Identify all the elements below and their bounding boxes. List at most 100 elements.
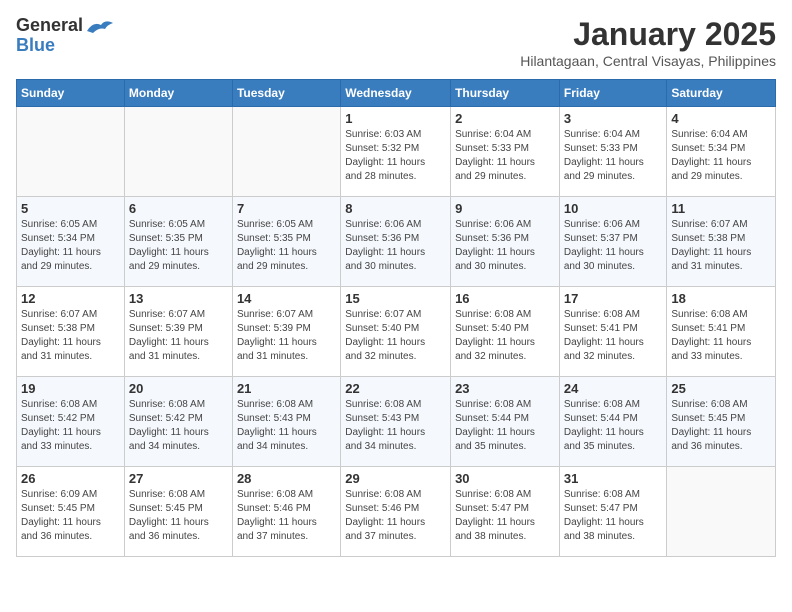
header: General Blue January 2025 Hilantagaan, C… bbox=[16, 16, 776, 69]
day-info: Sunrise: 6:06 AM Sunset: 5:37 PM Dayligh… bbox=[564, 218, 663, 274]
calendar-cell: 24Sunrise: 6:08 AM Sunset: 5:44 PM Dayli… bbox=[559, 377, 667, 467]
weekday-header: Tuesday bbox=[232, 80, 340, 107]
calendar-cell: 12 Sunrise: 6:07 AM Sunset: 5:38 PM Dayli… bbox=[17, 287, 125, 377]
calendar-cell: 9 Sunrise: 6:06 AM Sunset: 5:36 PM Daylig… bbox=[451, 197, 560, 287]
day-info: Sunrise: 6:08 AM Sunset: 5:47 PM Dayligh… bbox=[564, 488, 663, 544]
day-info: Sunrise: 6:07 AM Sunset: 5:39 PM Dayligh… bbox=[237, 308, 336, 364]
day-number: 31 bbox=[564, 471, 663, 486]
day-number: 21 bbox=[237, 381, 336, 396]
calendar-cell: 30 Sunrise: 6:08 AM Sunset: 5:47 PM Dayli… bbox=[451, 467, 560, 557]
day-number: 9 bbox=[455, 201, 555, 216]
weekday-header: Monday bbox=[124, 80, 232, 107]
month-title: January 2025 bbox=[520, 16, 776, 53]
calendar-cell: 15 Sunrise: 6:07 AM Sunset: 5:40 PM Dayli… bbox=[341, 287, 451, 377]
day-info: Sunrise: 6:08 AM Sunset: 5:44 PM Dayligh… bbox=[564, 398, 663, 454]
calendar-cell bbox=[667, 467, 776, 557]
day-number: 27 bbox=[129, 471, 228, 486]
day-number: 13 bbox=[129, 291, 228, 306]
calendar-cell bbox=[232, 107, 340, 197]
calendar-cell: 1 Sunrise: 6:03 AM Sunset: 5:32 PM Daylig… bbox=[341, 107, 451, 197]
day-number: 23 bbox=[455, 381, 555, 396]
calendar-cell: 7Sunrise: 6:05 AM Sunset: 5:35 PM Daylig… bbox=[232, 197, 340, 287]
calendar-cell: 2 Sunrise: 6:04 AM Sunset: 5:33 PM Daylig… bbox=[451, 107, 560, 197]
day-number: 3 bbox=[564, 111, 663, 126]
day-number: 15 bbox=[345, 291, 446, 306]
day-info: Sunrise: 6:05 AM Sunset: 5:35 PM Dayligh… bbox=[129, 218, 228, 274]
day-info: Sunrise: 6:05 AM Sunset: 5:35 PM Dayligh… bbox=[237, 218, 336, 274]
calendar-week-row: 26Sunrise: 6:09 AM Sunset: 5:45 PM Dayli… bbox=[17, 467, 776, 557]
calendar-cell: 21 Sunrise: 6:08 AM Sunset: 5:43 PM Dayli… bbox=[232, 377, 340, 467]
calendar-cell: 26Sunrise: 6:09 AM Sunset: 5:45 PM Dayli… bbox=[17, 467, 125, 557]
calendar-cell bbox=[124, 107, 232, 197]
weekday-header: Saturday bbox=[667, 80, 776, 107]
calendar-cell: 18 Sunrise: 6:08 AM Sunset: 5:41 PM Dayli… bbox=[667, 287, 776, 377]
day-number: 10 bbox=[564, 201, 663, 216]
calendar-cell bbox=[17, 107, 125, 197]
calendar-cell: 20Sunrise: 6:08 AM Sunset: 5:42 PM Dayli… bbox=[124, 377, 232, 467]
calendar-cell: 13 Sunrise: 6:07 AM Sunset: 5:39 PM Dayli… bbox=[124, 287, 232, 377]
calendar-cell: 29Sunrise: 6:08 AM Sunset: 5:46 PM Dayli… bbox=[341, 467, 451, 557]
day-info: Sunrise: 6:04 AM Sunset: 5:33 PM Dayligh… bbox=[564, 128, 663, 184]
day-info: Sunrise: 6:08 AM Sunset: 5:42 PM Dayligh… bbox=[129, 398, 228, 454]
day-number: 11 bbox=[671, 201, 771, 216]
day-info: Sunrise: 6:08 AM Sunset: 5:41 PM Dayligh… bbox=[671, 308, 771, 364]
day-info: Sunrise: 6:08 AM Sunset: 5:46 PM Dayligh… bbox=[237, 488, 336, 544]
calendar-week-row: 19Sunrise: 6:08 AM Sunset: 5:42 PM Dayli… bbox=[17, 377, 776, 467]
day-number: 17 bbox=[564, 291, 663, 306]
calendar-week-row: 5 Sunrise: 6:05 AM Sunset: 5:34 PM Daylig… bbox=[17, 197, 776, 287]
day-number: 2 bbox=[455, 111, 555, 126]
day-info: Sunrise: 6:08 AM Sunset: 5:42 PM Dayligh… bbox=[21, 398, 120, 454]
calendar-cell: 14 Sunrise: 6:07 AM Sunset: 5:39 PM Dayli… bbox=[232, 287, 340, 377]
day-info: Sunrise: 6:08 AM Sunset: 5:41 PM Dayligh… bbox=[564, 308, 663, 364]
calendar-cell: 5 Sunrise: 6:05 AM Sunset: 5:34 PM Daylig… bbox=[17, 197, 125, 287]
day-info: Sunrise: 6:08 AM Sunset: 5:45 PM Dayligh… bbox=[671, 398, 771, 454]
day-number: 28 bbox=[237, 471, 336, 486]
calendar-cell: 19Sunrise: 6:08 AM Sunset: 5:42 PM Dayli… bbox=[17, 377, 125, 467]
day-number: 30 bbox=[455, 471, 555, 486]
day-info: Sunrise: 6:08 AM Sunset: 5:47 PM Dayligh… bbox=[455, 488, 555, 544]
calendar-cell: 10 Sunrise: 6:06 AM Sunset: 5:37 PM Dayli… bbox=[559, 197, 667, 287]
day-number: 18 bbox=[671, 291, 771, 306]
day-info: Sunrise: 6:07 AM Sunset: 5:38 PM Dayligh… bbox=[671, 218, 771, 274]
calendar-cell: 4Sunrise: 6:04 AM Sunset: 5:34 PM Daylig… bbox=[667, 107, 776, 197]
calendar-week-row: 1 Sunrise: 6:03 AM Sunset: 5:32 PM Daylig… bbox=[17, 107, 776, 197]
title-area: January 2025 Hilantagaan, Central Visaya… bbox=[520, 16, 776, 69]
calendar-cell: 11 Sunrise: 6:07 AM Sunset: 5:38 PM Dayli… bbox=[667, 197, 776, 287]
day-info: Sunrise: 6:08 AM Sunset: 5:45 PM Dayligh… bbox=[129, 488, 228, 544]
day-number: 8 bbox=[345, 201, 446, 216]
calendar-cell: 17 Sunrise: 6:08 AM Sunset: 5:41 PM Dayli… bbox=[559, 287, 667, 377]
logo-bird-icon bbox=[85, 19, 115, 41]
calendar-cell: 23 Sunrise: 6:08 AM Sunset: 5:44 PM Dayli… bbox=[451, 377, 560, 467]
calendar-cell: 8 Sunrise: 6:06 AM Sunset: 5:36 PM Daylig… bbox=[341, 197, 451, 287]
day-info: Sunrise: 6:07 AM Sunset: 5:38 PM Dayligh… bbox=[21, 308, 120, 364]
calendar-cell: 28 Sunrise: 6:08 AM Sunset: 5:46 PM Dayli… bbox=[232, 467, 340, 557]
calendar-cell: 16Sunrise: 6:08 AM Sunset: 5:40 PM Dayli… bbox=[451, 287, 560, 377]
day-number: 16 bbox=[455, 291, 555, 306]
day-number: 14 bbox=[237, 291, 336, 306]
day-number: 5 bbox=[21, 201, 120, 216]
day-number: 1 bbox=[345, 111, 446, 126]
day-number: 25 bbox=[671, 381, 771, 396]
calendar-cell: 6 Sunrise: 6:05 AM Sunset: 5:35 PM Daylig… bbox=[124, 197, 232, 287]
weekday-header: Sunday bbox=[17, 80, 125, 107]
day-info: Sunrise: 6:04 AM Sunset: 5:34 PM Dayligh… bbox=[671, 128, 771, 184]
day-info: Sunrise: 6:08 AM Sunset: 5:43 PM Dayligh… bbox=[345, 398, 446, 454]
day-info: Sunrise: 6:06 AM Sunset: 5:36 PM Dayligh… bbox=[455, 218, 555, 274]
calendar-cell: 31 Sunrise: 6:08 AM Sunset: 5:47 PM Dayli… bbox=[559, 467, 667, 557]
day-number: 22 bbox=[345, 381, 446, 396]
day-info: Sunrise: 6:08 AM Sunset: 5:44 PM Dayligh… bbox=[455, 398, 555, 454]
day-info: Sunrise: 6:07 AM Sunset: 5:40 PM Dayligh… bbox=[345, 308, 446, 364]
day-number: 6 bbox=[129, 201, 228, 216]
day-info: Sunrise: 6:06 AM Sunset: 5:36 PM Dayligh… bbox=[345, 218, 446, 274]
calendar-cell: 22 Sunrise: 6:08 AM Sunset: 5:43 PM Dayli… bbox=[341, 377, 451, 467]
day-info: Sunrise: 6:04 AM Sunset: 5:33 PM Dayligh… bbox=[455, 128, 555, 184]
weekday-header: Friday bbox=[559, 80, 667, 107]
day-info: Sunrise: 6:08 AM Sunset: 5:43 PM Dayligh… bbox=[237, 398, 336, 454]
day-number: 12 bbox=[21, 291, 120, 306]
day-info: Sunrise: 6:07 AM Sunset: 5:39 PM Dayligh… bbox=[129, 308, 228, 364]
day-number: 29 bbox=[345, 471, 446, 486]
day-info: Sunrise: 6:05 AM Sunset: 5:34 PM Dayligh… bbox=[21, 218, 120, 274]
day-info: Sunrise: 6:03 AM Sunset: 5:32 PM Dayligh… bbox=[345, 128, 446, 184]
location: Hilantagaan, Central Visayas, Philippine… bbox=[520, 53, 776, 69]
weekday-header: Wednesday bbox=[341, 80, 451, 107]
